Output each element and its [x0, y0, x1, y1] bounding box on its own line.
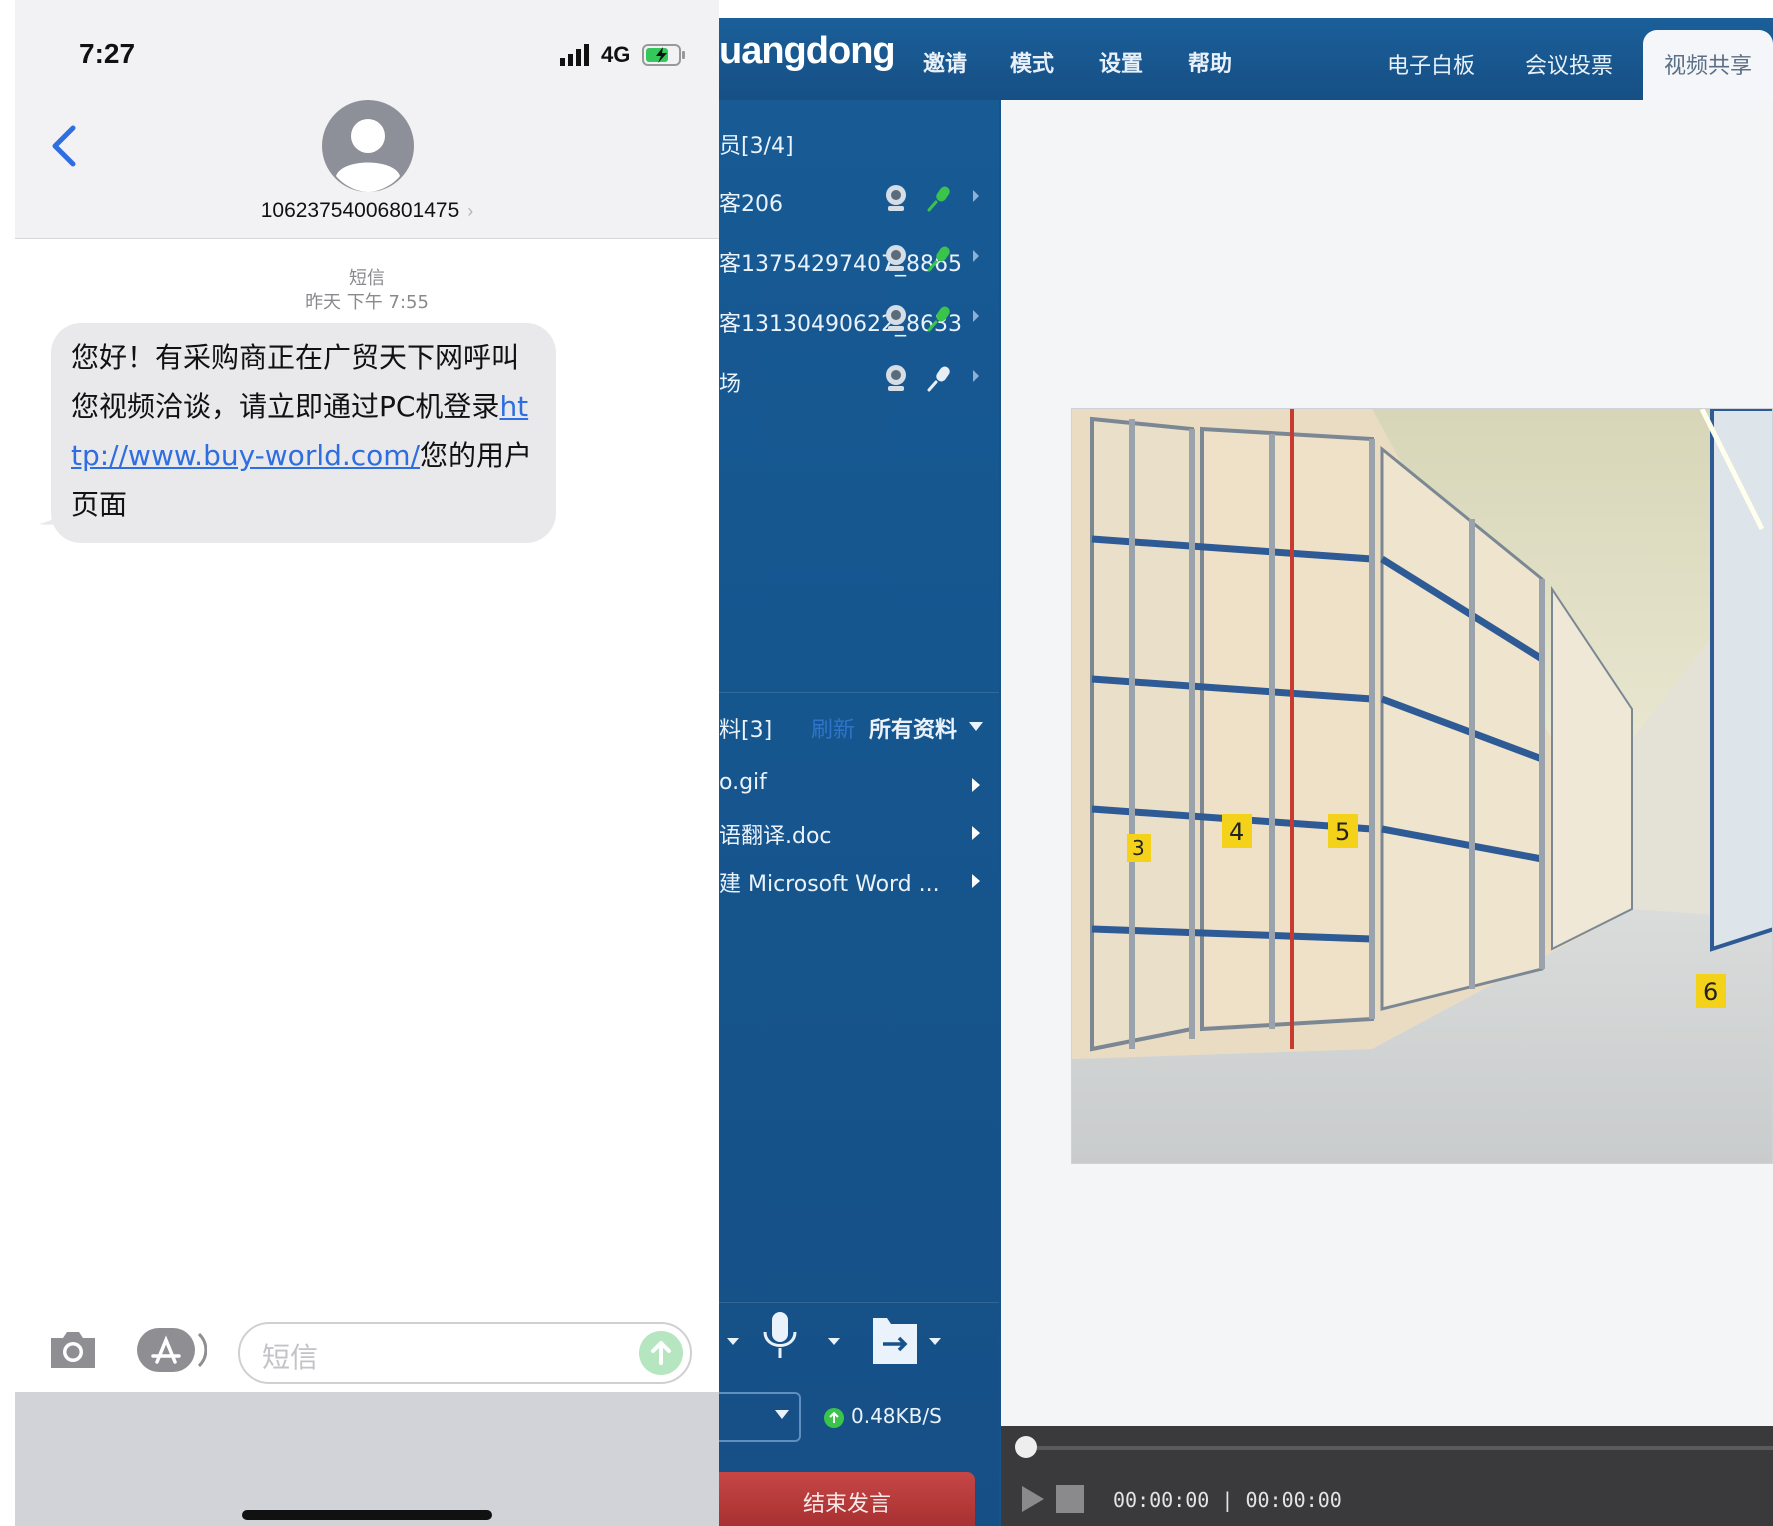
rack-label: 5	[1328, 814, 1358, 848]
phone-screen: 7:27 4G 10623754006801475 › 短信 昨天 下午 7:55…	[15, 0, 719, 1526]
dropdown-caret-icon[interactable]	[828, 1338, 840, 1345]
message-text: 您好！有采购商正在广贸天下网呼叫您视频洽谈，请立即通过PC机登录	[71, 341, 520, 423]
stop-button[interactable]	[1056, 1485, 1084, 1513]
svg-text:3: 3	[1132, 836, 1145, 860]
expand-arrow-icon[interactable]	[971, 776, 981, 794]
member-row[interactable]: 场	[719, 360, 999, 400]
shared-video-frame[interactable]: 3 4 5 6	[1071, 408, 1773, 1164]
webcam-icon[interactable]	[883, 184, 909, 212]
playback-time: 00:00:00 | 00:00:00	[1113, 1488, 1342, 1512]
expand-arrow-icon[interactable]	[971, 824, 981, 842]
members-header: 员[3/4]	[719, 122, 999, 162]
member-row[interactable]: 客13754297407_8865	[719, 240, 999, 280]
dropdown-caret-icon[interactable]	[727, 1338, 739, 1345]
documents-filter-dropdown[interactable]: 所有资料	[869, 712, 957, 744]
rack-label: 6	[1696, 974, 1726, 1008]
expand-arrow-icon[interactable]	[971, 188, 981, 204]
section-divider	[719, 692, 999, 693]
tab-video-share[interactable]: 视频共享	[1643, 30, 1773, 100]
status-time: 7:27	[79, 38, 136, 69]
document-item[interactable]: 建 Microsoft Word ...	[719, 866, 999, 902]
member-row[interactable]: 客13130490622_8633	[719, 300, 999, 340]
refresh-button[interactable]: 刷新	[811, 712, 855, 744]
message-timestamp: 昨天 下午 7:55	[305, 292, 429, 313]
signal-icon	[560, 44, 589, 66]
media-controls	[727, 1312, 941, 1364]
member-name: 客206	[719, 192, 783, 217]
brand-logo: uangdong	[719, 30, 896, 72]
contact-number-text: 10623754006801475	[260, 199, 460, 222]
contact-avatar[interactable]	[322, 100, 414, 192]
expand-arrow-icon[interactable]	[971, 368, 981, 384]
rack-label: 4	[1222, 814, 1252, 848]
document-item[interactable]: 语翻译.doc	[719, 818, 999, 854]
microphone-icon[interactable]	[927, 304, 951, 332]
quality-select[interactable]	[719, 1392, 801, 1442]
menu-mode[interactable]: 模式	[1010, 46, 1054, 78]
svg-text:6: 6	[1703, 978, 1718, 1006]
dropdown-caret-icon[interactable]	[969, 722, 983, 732]
document-item[interactable]: o.gif	[719, 770, 999, 806]
member-name: 客13754297407_8865	[719, 252, 962, 277]
status-bar: 7:27 4G	[15, 0, 719, 100]
tab-meeting-vote[interactable]: 会议投票	[1525, 48, 1613, 80]
folder-share-icon[interactable]	[873, 1318, 917, 1364]
message-input[interactable]: 短信	[238, 1322, 692, 1384]
end-speech-button[interactable]: 结束发言	[719, 1472, 975, 1526]
microphone-icon[interactable]	[927, 364, 951, 392]
warehouse-scene-image: 3 4 5 6	[1072, 409, 1772, 1163]
home-indicator[interactable]	[242, 1510, 492, 1520]
video-conference-window: uangdong 邀请 模式 设置 帮助 电子白板 会议投票 视频共享 员[3/…	[719, 18, 1773, 1526]
expand-arrow-icon[interactable]	[971, 248, 981, 264]
contact-number[interactable]: 10623754006801475 ›	[15, 199, 719, 223]
service-label: 短信	[349, 268, 385, 289]
top-menu-bar: uangdong 邀请 模式 设置 帮助 电子白板 会议投票 视频共享	[719, 18, 1773, 100]
documents-header-label: 料[3]	[719, 718, 773, 743]
microphone-icon[interactable]	[927, 244, 951, 272]
webcam-icon[interactable]	[883, 304, 909, 332]
message-bubble: 您好！有采购商正在广贸天下网呼叫您视频洽谈，请立即通过PC机登录http://w…	[51, 323, 556, 543]
expand-arrow-icon[interactable]	[971, 872, 981, 890]
document-name: 语翻译.doc	[719, 824, 832, 849]
menu-invite[interactable]: 邀请	[923, 46, 967, 78]
playback-timeline[interactable]	[1027, 1446, 1773, 1450]
member-name: 客13130490622_8633	[719, 312, 962, 337]
svg-text:4: 4	[1229, 818, 1244, 846]
app-store-button[interactable]	[137, 1328, 207, 1372]
message-input-placeholder: 短信	[262, 1341, 319, 1374]
send-arrow-icon[interactable]	[639, 1331, 683, 1375]
document-name: o.gif	[719, 770, 767, 795]
rack-label: 3	[1127, 834, 1151, 862]
expand-arrow-icon[interactable]	[971, 308, 981, 324]
member-row[interactable]: 客206	[719, 180, 999, 220]
menu-settings[interactable]: 设置	[1099, 46, 1143, 78]
timeline-handle[interactable]	[1015, 1436, 1037, 1458]
play-icon[interactable]	[1020, 1484, 1046, 1514]
webcam-icon[interactable]	[883, 364, 909, 392]
section-divider	[719, 1302, 999, 1303]
webcam-icon[interactable]	[883, 244, 909, 272]
back-chevron-icon[interactable]	[45, 120, 85, 172]
upload-status-icon	[824, 1408, 844, 1428]
tab-whiteboard[interactable]: 电子白板	[1387, 48, 1475, 80]
svg-text:5: 5	[1335, 818, 1350, 846]
dropdown-caret-icon[interactable]	[929, 1338, 941, 1345]
transfer-rate: 0.48KB/S	[851, 1404, 942, 1428]
dropdown-caret-icon	[775, 1410, 789, 1419]
document-name: 建 Microsoft Word ...	[719, 872, 940, 897]
camera-icon[interactable]	[47, 1328, 99, 1370]
menu-help[interactable]: 帮助	[1188, 46, 1232, 78]
microphone-icon[interactable]	[763, 1312, 797, 1358]
sticker-app-icon[interactable]	[628, 1392, 719, 1526]
chevron-right-icon: ›	[467, 201, 474, 221]
network-type: 4G	[601, 42, 631, 67]
documents-header: 料[3] 刷新 所有资料	[719, 708, 999, 748]
battery-icon	[642, 44, 685, 66]
member-name: 场	[719, 372, 742, 397]
microphone-icon[interactable]	[927, 184, 951, 212]
members-header-label: 员[3/4]	[719, 134, 794, 159]
